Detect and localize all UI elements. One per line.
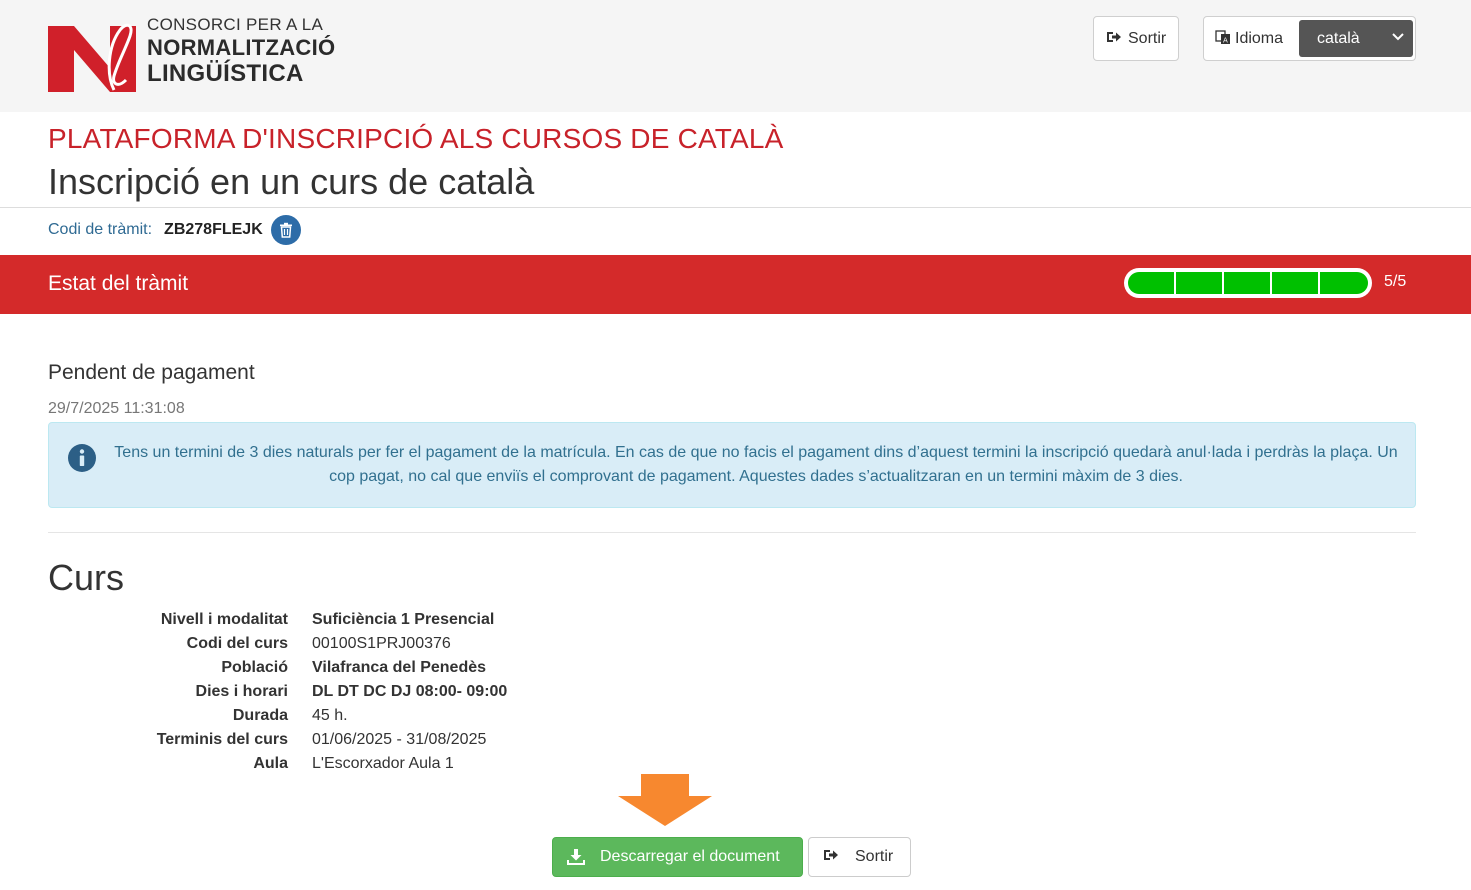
- course-detail-label: Població: [221, 659, 288, 676]
- course-detail-row: Dies i horari DL DT DC DJ 08:00- 09:00: [0, 680, 700, 704]
- download-document-label: Descarregar el document: [600, 848, 780, 865]
- course-detail-value: 00100S1PRJ00376: [312, 635, 451, 652]
- chevron-down-icon: [1392, 33, 1404, 41]
- logo-text: CONSORCI PER A LA NORMALITZACIÓ LINGÜÍST…: [147, 16, 335, 86]
- progress-step: [1320, 272, 1368, 294]
- info-circle-icon: [68, 444, 96, 472]
- progress-step: [1272, 272, 1320, 294]
- top-header: CONSORCI PER A LA NORMALITZACIÓ LINGÜÍST…: [0, 0, 1471, 112]
- course-detail-value: 45 h.: [312, 707, 348, 724]
- course-detail-label: Nivell i modalitat: [160, 611, 288, 628]
- language-select[interactable]: català: [1299, 20, 1413, 57]
- logo-line-2: NORMALITZACIÓ: [147, 35, 336, 60]
- course-detail-row: Nivell i modalitat Suficiència 1 Presenci…: [0, 608, 700, 632]
- header-divider: [0, 207, 1471, 208]
- course-detail-value: L'Escorxador Aula 1: [312, 755, 454, 772]
- payment-info-alert: Tens un termini de 3 dies naturals per f…: [48, 422, 1416, 508]
- sign-out-icon: [1106, 30, 1122, 48]
- course-detail-value: 01/06/2025 - 31/08/2025: [312, 731, 487, 748]
- language-selected-value: català: [1317, 29, 1360, 47]
- procedure-code-value: ZB278FLEJK: [164, 221, 263, 238]
- page-title: Inscripció en un curs de català: [48, 161, 535, 202]
- sortir-top-button[interactable]: Sortir: [1093, 16, 1179, 61]
- svg-text:A: A: [1223, 37, 1228, 45]
- procedure-code-label: Codi de tràmit:: [48, 221, 153, 238]
- cpnl-logo[interactable]: CONSORCI PER A LA NORMALITZACIÓ LINGÜÍST…: [48, 14, 335, 94]
- progress-step: [1176, 272, 1224, 294]
- course-section-title: Curs: [48, 557, 125, 598]
- course-detail-label: Durada: [232, 707, 288, 724]
- sortir-bottom-label: Sortir: [855, 848, 894, 865]
- download-document-button[interactable]: Descarregar el document: [552, 837, 803, 877]
- language-selector-group: A Idioma català: [1203, 16, 1416, 61]
- course-detail-label: Terminis del curs: [156, 731, 288, 748]
- progress-fill: [1128, 272, 1368, 294]
- course-detail-row: Població Vilafranca del Penedès: [0, 656, 700, 680]
- course-detail-row: Codi del curs 00100S1PRJ00376: [0, 632, 700, 656]
- logo-line-3: LINGÜÍSTICA: [147, 60, 304, 87]
- logo-line-1: CONSORCI PER A LA: [147, 15, 324, 34]
- course-detail-value: Suficiència 1 Presencial: [312, 611, 495, 628]
- progress-step: [1224, 272, 1272, 294]
- state-date: 29/7/2025 11:31:08: [48, 400, 185, 417]
- course-detail-value: DL DT DC DJ 08:00- 09:00: [312, 683, 508, 700]
- download-icon: [567, 849, 585, 865]
- state-name: Pendent de pagament: [48, 361, 255, 384]
- section-divider: [48, 532, 1416, 533]
- course-detail-label: Aula: [253, 755, 288, 772]
- sign-out-icon: [823, 848, 839, 866]
- progress-track: [1128, 272, 1368, 294]
- procedure-code-row: Codi de tràmit: ZB278FLEJK: [48, 215, 301, 245]
- course-detail-row: Durada 45 h.: [0, 704, 700, 728]
- progress-text: 5/5: [1384, 273, 1407, 290]
- translate-icon: A: [1215, 29, 1231, 48]
- progress-step: [1128, 272, 1176, 294]
- course-detail-row: Terminis del curs 01/06/2025 - 31/08/2025: [0, 728, 700, 752]
- status-title: Estat del tràmit: [48, 272, 189, 295]
- course-detail-label: Dies i horari: [195, 683, 288, 700]
- cpnl-logo-mark-icon: [48, 23, 136, 92]
- status-bar: Estat del tràmit 5/5: [0, 255, 1471, 314]
- arrow-down-icon: [618, 774, 712, 826]
- course-detail-label: Codi del curs: [186, 635, 288, 652]
- delete-procedure-button[interactable]: [270, 215, 301, 245]
- course-detail-value: Vilafranca del Penedès: [312, 659, 487, 676]
- progress-bar: [1124, 268, 1372, 298]
- language-label: Idioma: [1235, 29, 1284, 47]
- platform-title: PLATAFORMA D'INSCRIPCIÓ ALS CURSOS DE CA…: [48, 123, 784, 154]
- trash-icon: [279, 222, 292, 238]
- alert-text: Tens un termini de 3 dies naturals per f…: [114, 444, 1398, 485]
- course-detail-row: Aula L'Escorxador Aula 1: [0, 752, 700, 776]
- sortir-top-label: Sortir: [1128, 29, 1167, 47]
- sortir-bottom-button[interactable]: Sortir: [808, 837, 911, 877]
- language-label-wrap: A Idioma: [1215, 17, 1283, 60]
